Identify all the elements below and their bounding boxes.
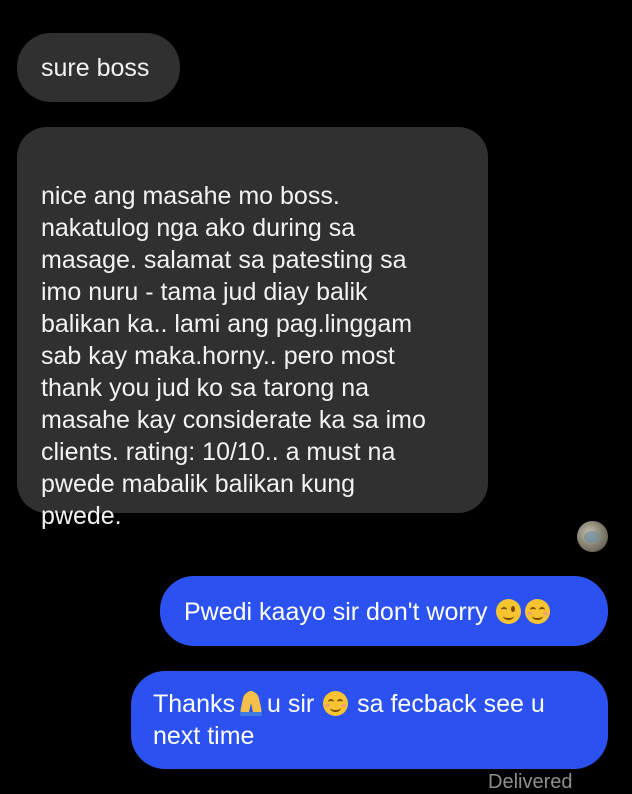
smiling-face-icon — [323, 691, 349, 716]
delivery-status: Delivered — [488, 771, 573, 793]
incoming-message-bubble[interactable]: nice ang masahe mo boss. nakatulog nga a… — [17, 127, 488, 530]
message-text-part: Thanks — [153, 690, 235, 718]
outgoing-message-bubble[interactable]: Thanks u sir sa fecback see u next time — [131, 671, 608, 769]
winking-face-icon — [496, 599, 522, 624]
smiling-face-icon — [525, 599, 551, 624]
message-text-part: u sir — [266, 690, 315, 718]
contact-avatar[interactable] — [577, 521, 608, 552]
message-text: Pwedi kaayo sir don't worry — [184, 598, 488, 626]
incoming-message-bubble[interactable]: sure boss — [17, 33, 180, 102]
message-text: nice ang masahe mo boss. nakatulog nga a… — [41, 182, 426, 530]
folded-hands-icon — [239, 690, 263, 716]
outgoing-message-bubble[interactable]: Pwedi kaayo sir don't worry — [160, 576, 608, 646]
message-text: sure boss — [41, 54, 150, 82]
